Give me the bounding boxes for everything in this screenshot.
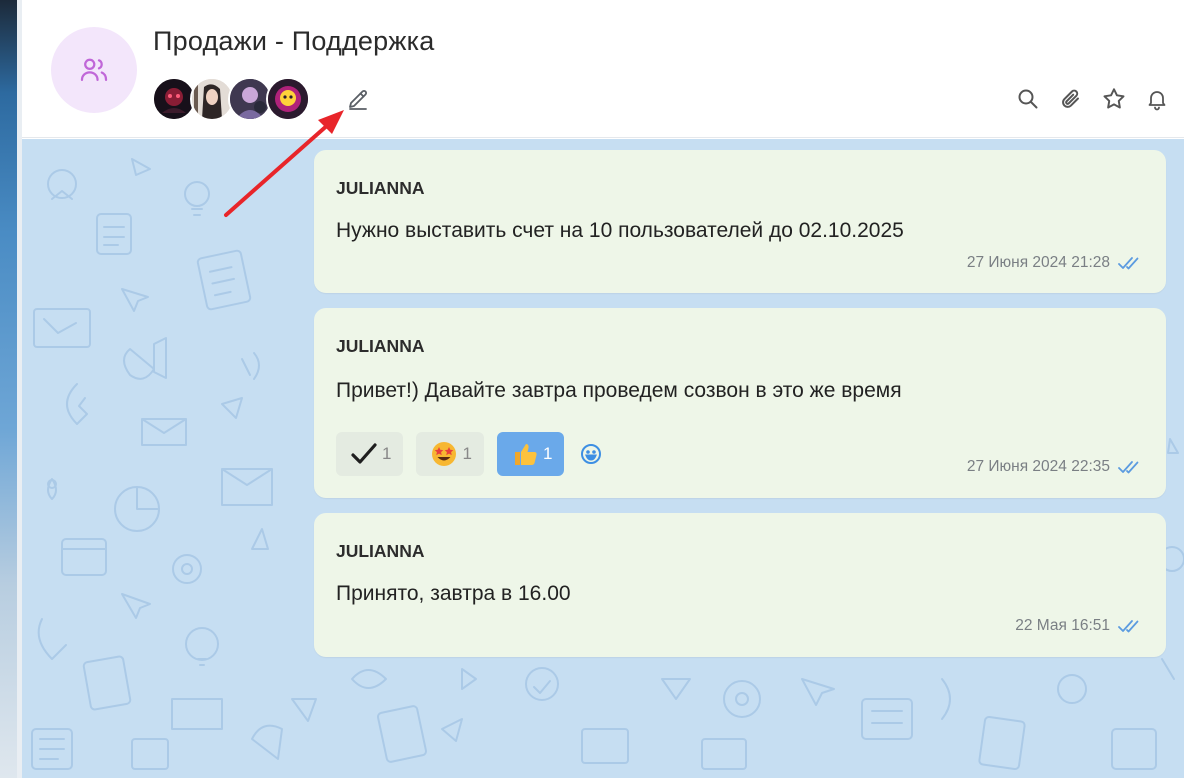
thumbs-up-emoji-icon <box>514 444 537 465</box>
group-avatar[interactable] <box>51 27 137 113</box>
message-text: Принято, завтра в 16.00 <box>336 582 571 605</box>
message-meta: 27 Июня 2024 22:35 <box>967 458 1142 476</box>
group-users-icon <box>80 58 108 82</box>
double-check-read-icon <box>1118 461 1139 474</box>
reactions-bar: 1 1 1 <box>336 432 605 476</box>
search-button[interactable] <box>1015 84 1041 114</box>
notifications-button[interactable] <box>1144 84 1170 114</box>
member-avatar[interactable] <box>266 77 310 121</box>
double-check-read-icon <box>1118 257 1139 270</box>
header-actions <box>1015 84 1170 114</box>
member-avatars[interactable] <box>152 76 310 122</box>
message-bubble[interactable]: JULIANNA Нужно выставить счет на 10 поль… <box>314 150 1166 293</box>
chat-header: Продажи - Поддержка <box>22 0 1184 138</box>
message-sender[interactable]: JULIANNA <box>336 541 424 562</box>
bell-icon <box>1148 91 1166 111</box>
message-text: Привет!) Давайте завтра проведем созвон … <box>336 379 902 402</box>
attachment-icon <box>1062 89 1079 108</box>
message-timestamp: 22 Мая 16:51 <box>1015 617 1110 634</box>
double-check-read-icon <box>1118 620 1139 633</box>
star-struck-emoji-icon <box>432 442 457 466</box>
sidebar-edge <box>0 0 22 778</box>
reaction-count: 1 <box>542 444 553 463</box>
reaction-star-struck[interactable]: 1 <box>416 432 484 476</box>
message-bubble[interactable]: JULIANNA Привет!) Давайте завтра проведе… <box>314 308 1166 498</box>
message-sender[interactable]: JULIANNA <box>336 336 424 357</box>
message-timestamp: 27 Июня 2024 21:28 <box>966 254 1110 271</box>
chat-area[interactable]: JULIANNA Нужно выставить счет на 10 поль… <box>22 139 1184 778</box>
star-icon <box>1103 88 1125 109</box>
pencil-edit-icon <box>349 90 367 110</box>
attachments-button[interactable] <box>1058 84 1084 114</box>
check-mark-icon <box>351 443 377 464</box>
message-timestamp: 27 Июня 2024 22:35 <box>966 458 1110 475</box>
message-bubble[interactable]: JULIANNA Принято, завтра в 16.00 22 Мая … <box>314 513 1166 657</box>
chat-title: Продажи - Поддержка <box>153 26 435 56</box>
message-text: Нужно выставить счет на 10 пользователей… <box>336 219 904 242</box>
message-sender[interactable]: JULIANNA <box>336 178 424 199</box>
search-icon <box>1018 89 1038 109</box>
reaction-count: 1 <box>382 444 392 463</box>
reaction-check[interactable]: 1 <box>336 432 404 476</box>
add-reaction-button[interactable] <box>577 440 605 468</box>
message-meta: 27 Июня 2024 21:28 <box>967 254 1142 272</box>
message-meta: 22 Мая 16:51 <box>1015 617 1142 635</box>
smiley-icon <box>581 444 602 464</box>
reaction-thumbs-up[interactable]: 1 <box>496 432 565 476</box>
reaction-count: 1 <box>462 444 472 463</box>
favorite-button[interactable] <box>1101 84 1127 114</box>
edit-members-button[interactable] <box>344 86 372 114</box>
